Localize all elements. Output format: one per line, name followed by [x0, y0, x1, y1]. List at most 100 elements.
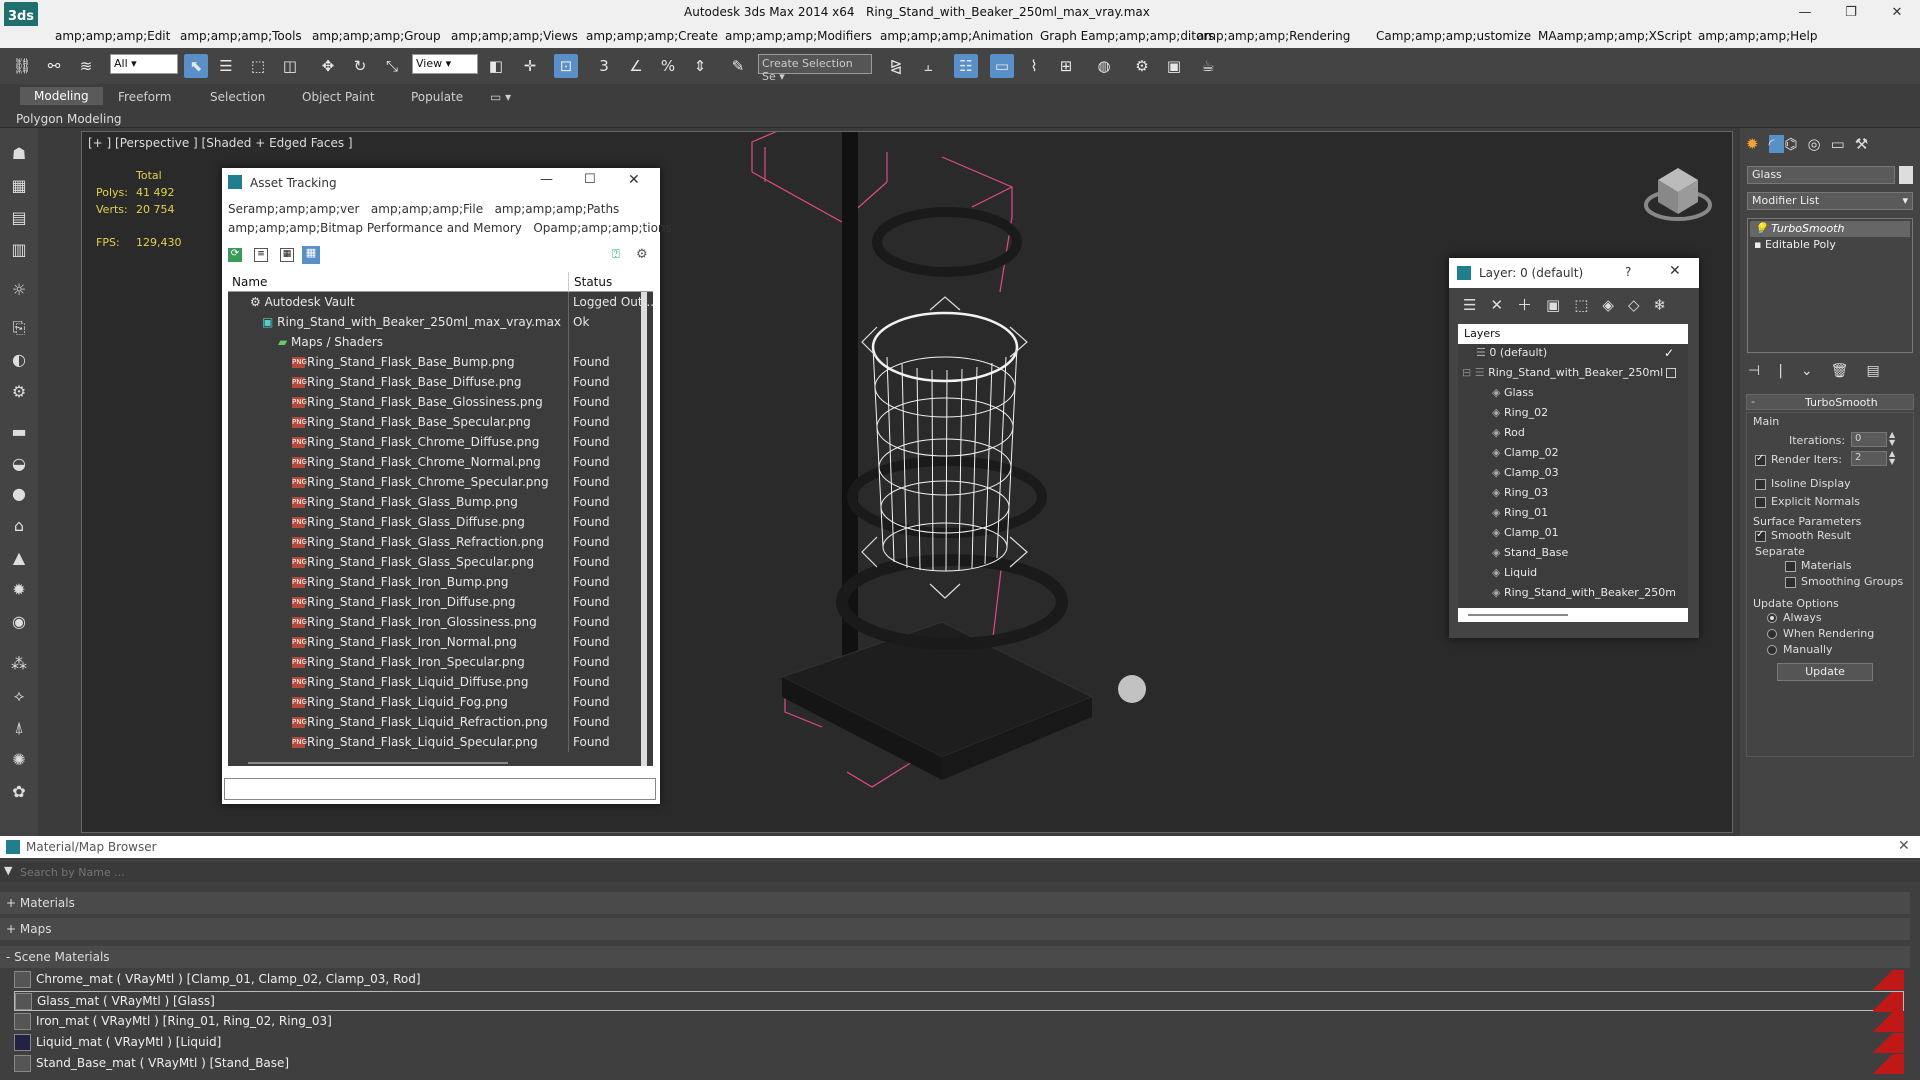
make-unique-icon[interactable]: ⌄ — [1801, 363, 1831, 379]
settings-icon[interactable]: ⚙ — [636, 247, 648, 262]
edit-named-selection-icon[interactable]: ✎ — [726, 54, 750, 78]
pin-stack-icon[interactable]: ⊣ — [1748, 363, 1778, 379]
hierarchy-tab-icon[interactable]: ⌬ — [1784, 135, 1807, 153]
tab-freeform[interactable]: Freeform — [118, 90, 171, 104]
maps-section[interactable]: + Maps — [0, 918, 1910, 940]
list-icon[interactable]: ▤ — [7, 206, 31, 230]
modify-tab-icon[interactable]: ◜ — [1768, 135, 1785, 153]
menu-group[interactable]: amp;amp;amp;Group — [312, 29, 441, 43]
table-row[interactable]: PNGRing_Stand_Flask_Iron_Bump.png Found — [228, 572, 653, 592]
grid-icon[interactable]: ▥ — [7, 238, 31, 262]
menu-server[interactable]: Seramp;amp;amp;ver — [228, 202, 359, 216]
table-row[interactable]: PNGRing_Stand_Flask_Liquid_Fog.png Found — [228, 692, 653, 712]
show-end-icon[interactable]: | — [1778, 363, 1801, 379]
camera-icon[interactable]: ⎘ — [7, 316, 31, 340]
list-item[interactable]: Chrome_mat ( VRayMtl ) [Clamp_01, Clamp_… — [14, 970, 1904, 990]
layer-icon[interactable]: ☰ — [1463, 296, 1490, 314]
motion-tab-icon[interactable]: ◎ — [1808, 135, 1831, 153]
plant-icon[interactable]: ✿ — [7, 780, 31, 804]
list-item[interactable]: Stand_Base_mat ( VRayMtl ) [Stand_Base] — [14, 1054, 1904, 1074]
box-icon[interactable]: ▬ — [7, 420, 31, 444]
ball-icon[interactable]: ◉ — [7, 610, 31, 634]
menu-customize[interactable]: Camp;amp;amp;ustomize — [1376, 29, 1531, 43]
rendered-frame-icon[interactable]: ▣ — [1162, 54, 1186, 78]
table-row[interactable]: ▣ Ring_Stand_with_Beaker_250ml_max_vray.… — [228, 312, 653, 332]
table-row[interactable]: PNGRing_Stand_Flask_Iron_Diffuse.png Foun… — [228, 592, 653, 612]
sphere-icon[interactable]: ◒ — [7, 452, 31, 476]
freeze-icon[interactable]: ❄ — [1654, 296, 1681, 314]
refresh-icon[interactable]: ⟳ — [228, 248, 242, 262]
modifier-list-dropdown[interactable]: Modifier List ▾ — [1747, 192, 1913, 210]
polygon-modeling-label[interactable]: Polygon Modeling — [16, 112, 122, 126]
table-row[interactable]: PNGRing_Stand_Flask_Chrome_Normal.png Fou… — [228, 452, 653, 472]
snap-toggle-icon[interactable]: 3 — [592, 54, 616, 78]
pivot-center-icon[interactable]: ◧ — [484, 54, 508, 78]
table-row[interactable]: PNGRing_Stand_Flask_Base_Glossiness.png F… — [228, 392, 653, 412]
add-icon[interactable]: ＋ — [1517, 296, 1546, 314]
layer-titlebar[interactable]: Layer: 0 (default) ? ✕ — [1449, 258, 1699, 288]
menu-help[interactable]: amp;amp;amp;Help — [1698, 29, 1817, 43]
close-icon[interactable]: ✕ — [628, 172, 640, 188]
hide-icon[interactable]: ◇ — [1628, 296, 1654, 314]
curve-editor-icon[interactable]: ⌇ — [1022, 54, 1046, 78]
horizontal-scrollbar[interactable] — [248, 762, 508, 764]
smooth-result-checkbox[interactable] — [1755, 529, 1766, 542]
scale-icon[interactable]: ⤡ — [380, 54, 404, 78]
layer-checkbox[interactable] — [1666, 368, 1676, 378]
table-row[interactable]: PNGRing_Stand_Flask_Liquid_Refraction.pn… — [228, 712, 653, 732]
close-window-button[interactable]: ✕ — [1874, 0, 1920, 26]
layer-explorer-icon[interactable]: ☷ — [954, 54, 978, 78]
menu-tools[interactable]: amp;amp;amp;Tools — [180, 29, 302, 43]
render-iters-spinner[interactable]: 2 — [1851, 451, 1887, 466]
menu-create[interactable]: amp;amp;amp;Create — [586, 29, 718, 43]
menu-animation[interactable]: amp;amp;amp;Animation — [880, 29, 1033, 43]
list-item[interactable]: ◈ Ring_03 — [1492, 486, 1548, 499]
select-object-icon[interactable]: ⬉ — [184, 54, 208, 78]
window-crossing-icon[interactable]: ◫ — [278, 54, 302, 78]
table-row[interactable]: PNGRing_Stand_Flask_Iron_Normal.png Found — [228, 632, 653, 652]
help-icon[interactable]: ⍰ — [612, 247, 620, 262]
explicit-normals-checkbox[interactable] — [1755, 497, 1766, 508]
geosphere-icon[interactable]: ● — [7, 482, 31, 506]
render-iters-checkbox[interactable] — [1755, 453, 1766, 466]
link-icon[interactable]: ⛓ — [10, 54, 34, 78]
table-row[interactable]: ▰ Maps / Shaders — [228, 332, 653, 352]
layer-scrollbar[interactable] — [1458, 608, 1688, 622]
configure-sets-icon[interactable]: ▤ — [1866, 363, 1897, 379]
highlight-icon[interactable]: ◈ — [1602, 296, 1628, 314]
globe-icon[interactable]: ✺ — [7, 748, 31, 772]
schematic-view-icon[interactable]: ⊞ — [1054, 54, 1078, 78]
ribbon-toggle-icon[interactable]: ▭ — [990, 54, 1014, 78]
spinner-arrows-icon[interactable]: ▲ ▼ — [1889, 431, 1895, 447]
list-item[interactable]: ◈ Clamp_02 — [1492, 446, 1559, 459]
ribbon-options-icon[interactable]: ▭ ▾ — [490, 90, 511, 104]
list-item[interactable]: ◈ Ring_01 — [1492, 506, 1548, 519]
options-dropdown-icon[interactable]: ▼ — [4, 864, 12, 877]
menu-paths[interactable]: amp;amp;amp;Paths — [495, 202, 620, 216]
angle-snap-icon[interactable]: ∠ — [624, 54, 648, 78]
mirror-icon[interactable]: ⧎ — [884, 54, 908, 78]
path-input[interactable] — [224, 778, 656, 800]
space-warp-icon[interactable]: ⚙ — [7, 380, 31, 404]
list-item[interactable]: ◈ Glass — [1492, 386, 1534, 399]
isoline-checkbox[interactable] — [1755, 479, 1766, 490]
menu-graph-editors[interactable]: Graph Eamp;amp;amp;ditors — [1040, 29, 1215, 43]
percent-snap-icon[interactable]: % — [656, 54, 680, 78]
stand-icon[interactable]: ⍋ — [7, 716, 31, 740]
helper-icon[interactable]: ◐ — [7, 348, 31, 372]
menu-options[interactable]: Opamp;amp;amp;tions — [533, 221, 671, 235]
table-row[interactable]: PNGRing_Stand_Flask_Chrome_Specular.png F… — [228, 472, 653, 492]
materials-section[interactable]: + Materials — [0, 892, 1910, 914]
tab-modeling[interactable]: Modeling — [20, 87, 103, 105]
active-check-icon[interactable]: ✓ — [1664, 346, 1674, 360]
selection-filter-dropdown[interactable]: All ▾ — [110, 54, 178, 74]
list-item-selected[interactable]: Glass_mat ( VRayMtl ) [Glass] — [14, 991, 1904, 1012]
asset-tracking-titlebar[interactable]: Asset Tracking — ☐ ✕ — [222, 168, 660, 198]
keyboard-shortcut-icon[interactable]: ⊡ — [554, 54, 578, 78]
table-row[interactable]: PNGRing_Stand_Flask_Glass_Bump.png Found — [228, 492, 653, 512]
table-row[interactable]: PNGRing_Stand_Flask_Glass_Diffuse.png Fou… — [228, 512, 653, 532]
tab-populate[interactable]: Populate — [411, 90, 463, 104]
table-row[interactable]: ⚙ Autodesk Vault Logged Out ... — [228, 292, 653, 312]
smoothing-groups-checkbox[interactable] — [1785, 577, 1796, 588]
when-rendering-radio[interactable] — [1767, 629, 1777, 639]
